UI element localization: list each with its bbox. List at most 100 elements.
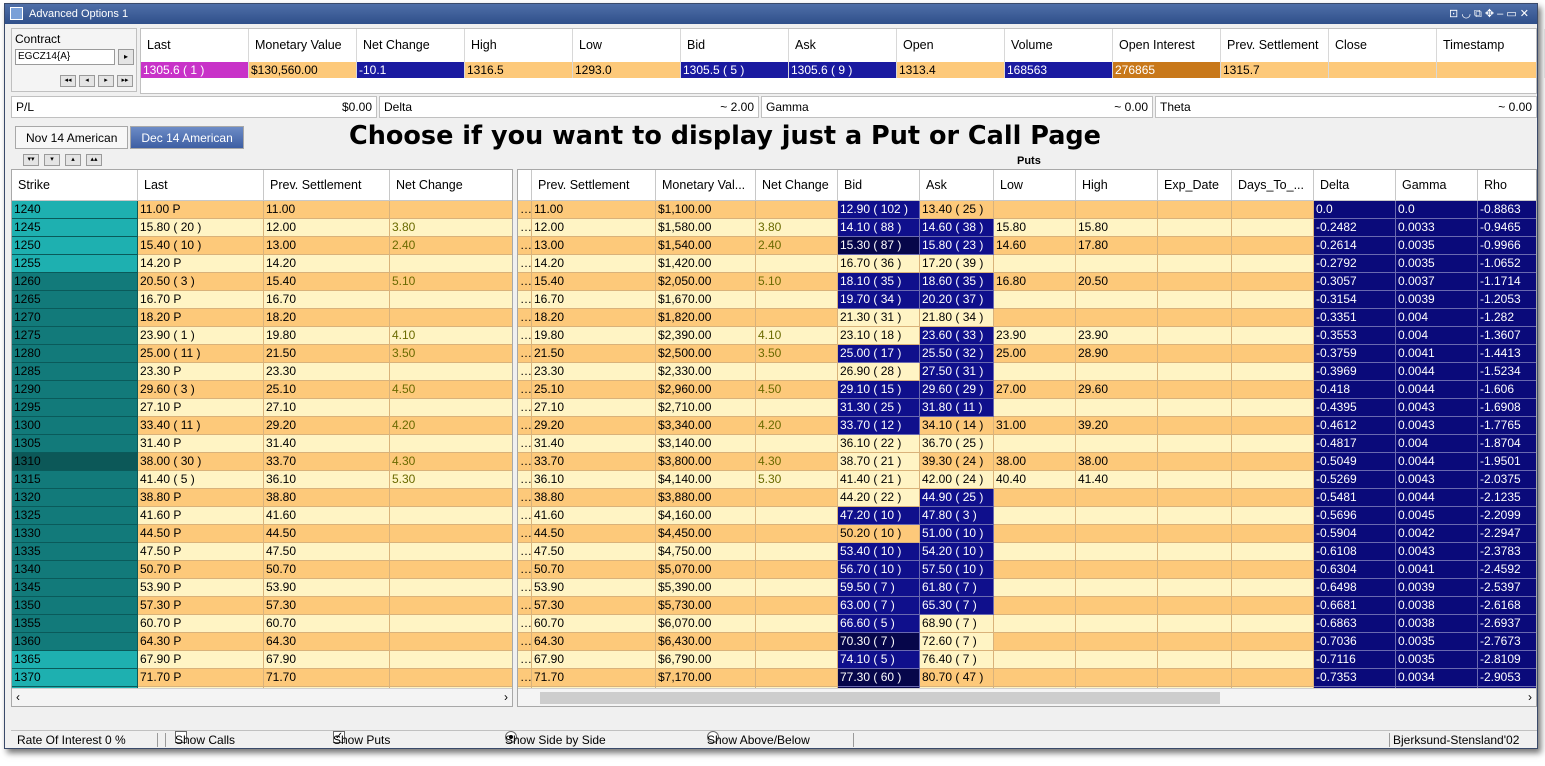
column-header[interactable]: Net Change <box>390 170 512 200</box>
table-row[interactable]: 1305 31.40 P 31.40 <box>12 435 512 453</box>
column-header[interactable]: Strike <box>12 170 138 200</box>
row-handle[interactable]: … <box>518 381 532 399</box>
column-header[interactable]: Days_To_... <box>1232 170 1314 200</box>
first-icon[interactable]: ◂◂ <box>60 75 76 87</box>
scroll-left-icon[interactable]: ‹ <box>16 690 20 704</box>
row-handle[interactable]: … <box>518 453 532 471</box>
row-handle[interactable]: … <box>518 543 532 561</box>
table-row[interactable]: 1320 38.80 P 38.80 <box>12 489 512 507</box>
window-controls[interactable]: ⊡ ◡ ⧉ ✥ – ▭ ✕ <box>1449 4 1529 24</box>
column-header[interactable]: Prev. Settlement <box>532 170 656 200</box>
move-down-icon[interactable]: ▾ <box>44 154 60 166</box>
column-header[interactable]: Last <box>138 170 264 200</box>
column-header[interactable]: Bid <box>838 170 920 200</box>
table-row[interactable]: 1330 44.50 P 44.50 <box>12 525 512 543</box>
table-row[interactable]: 1325 41.60 P 41.60 <box>12 507 512 525</box>
table-row[interactable]: 1345 53.90 P 53.90 <box>12 579 512 597</box>
row-handle[interactable]: … <box>518 327 532 345</box>
row-handle[interactable]: … <box>518 273 532 291</box>
table-row[interactable]: 1360 64.30 P 64.30 <box>12 633 512 651</box>
table-row[interactable]: … 31.40 $3,140.00 36.10 ( 22 ) 36.70 ( 25 ) -… <box>518 435 1536 453</box>
column-header[interactable]: High <box>1076 170 1158 200</box>
row-handle[interactable]: … <box>518 255 532 273</box>
table-row[interactable]: 1340 50.70 P 50.70 <box>12 561 512 579</box>
last-icon[interactable]: ▸▸ <box>117 75 133 87</box>
table-row[interactable]: … 23.30 $2,330.00 26.90 ( 28 ) 27.50 ( 31 ) -… <box>518 363 1536 381</box>
table-row[interactable]: 1245 15.80 ( 20 ) 12.00 3.80 <box>12 219 512 237</box>
row-handle[interactable]: … <box>518 219 532 237</box>
contract-dropdown-button[interactable]: ▸ <box>118 49 134 65</box>
table-row[interactable]: 1260 20.50 ( 3 ) 15.40 5.10 <box>12 273 512 291</box>
table-row[interactable]: 1285 23.30 P 23.30 <box>12 363 512 381</box>
table-row[interactable]: … 53.90 $5,390.00 59.50 ( 7 ) 61.80 ( 7 ) -0.… <box>518 579 1536 597</box>
row-handle[interactable]: … <box>518 435 532 453</box>
table-row[interactable]: 1255 14.20 P 14.20 <box>12 255 512 273</box>
table-row[interactable]: 1280 25.00 ( 11 ) 21.50 3.50 <box>12 345 512 363</box>
contract-input[interactable]: EGCZ14{A} <box>15 49 115 65</box>
scroll-right-icon[interactable]: › <box>504 690 508 704</box>
column-header[interactable]: Delta <box>1314 170 1396 200</box>
table-row[interactable]: … 29.20 $3,340.00 4.20 33.70 ( 12 ) 34.10 ( 1… <box>518 417 1536 435</box>
table-row[interactable]: … 16.70 $1,670.00 19.70 ( 34 ) 20.20 ( 37 ) -… <box>518 291 1536 309</box>
table-row[interactable]: 1300 33.40 ( 11 ) 29.20 4.20 <box>12 417 512 435</box>
row-handle[interactable]: … <box>518 489 532 507</box>
table-row[interactable]: 1275 23.90 ( 1 ) 19.80 4.10 <box>12 327 512 345</box>
row-handle[interactable]: … <box>518 291 532 309</box>
row-handle[interactable]: … <box>518 669 532 687</box>
column-header[interactable]: Exp_Date <box>1158 170 1232 200</box>
table-row[interactable]: … 33.70 $3,800.00 4.30 38.70 ( 21 ) 39.30 ( 2… <box>518 453 1536 471</box>
left-horizontal-scrollbar[interactable]: ‹ › <box>12 688 512 706</box>
row-handle[interactable]: … <box>518 201 532 219</box>
move-top-icon[interactable]: ▴▴ <box>86 154 102 166</box>
table-row[interactable]: … 57.30 $5,730.00 63.00 ( 7 ) 65.30 ( 7 ) -0.… <box>518 597 1536 615</box>
tab-nov-14[interactable]: Nov 14 American <box>15 126 129 149</box>
table-row[interactable]: … 25.10 $2,960.00 4.50 29.10 ( 15 ) 29.60 ( 2… <box>518 381 1536 399</box>
table-row[interactable]: 1240 11.00 P 11.00 <box>12 201 512 219</box>
table-row[interactable]: … 44.50 $4,450.00 50.20 ( 10 ) 51.00 ( 10 ) -… <box>518 525 1536 543</box>
column-header[interactable]: Gamma <box>1396 170 1478 200</box>
table-row[interactable]: 1290 29.60 ( 3 ) 25.10 4.50 <box>12 381 512 399</box>
table-row[interactable]: … 47.50 $4,750.00 53.40 ( 10 ) 54.20 ( 10 ) -… <box>518 543 1536 561</box>
table-row[interactable]: … 14.20 $1,420.00 16.70 ( 36 ) 17.20 ( 39 ) -… <box>518 255 1536 273</box>
table-row[interactable]: … 50.70 $5,070.00 56.70 ( 10 ) 57.50 ( 10 ) -… <box>518 561 1536 579</box>
right-horizontal-scrollbar[interactable]: › <box>518 688 1536 706</box>
prev-icon[interactable]: ◂ <box>79 75 95 87</box>
table-row[interactable]: 1355 60.70 P 60.70 <box>12 615 512 633</box>
table-row[interactable]: … 41.60 $4,160.00 47.20 ( 10 ) 47.80 ( 3 ) -0… <box>518 507 1536 525</box>
move-up-icon[interactable]: ▴ <box>65 154 81 166</box>
scroll-thumb[interactable] <box>540 692 1220 704</box>
row-handle[interactable]: … <box>518 417 532 435</box>
row-handle[interactable]: … <box>518 237 532 255</box>
title-bar[interactable]: Advanced Options 1 ⊡ ◡ ⧉ ✥ – ▭ ✕ <box>5 4 1537 24</box>
row-handle[interactable]: … <box>518 615 532 633</box>
table-row[interactable]: 1315 41.40 ( 5 ) 36.10 5.30 <box>12 471 512 489</box>
table-row[interactable]: … 19.80 $2,390.00 4.10 23.10 ( 18 ) 23.60 ( 3… <box>518 327 1536 345</box>
table-row[interactable]: 1265 16.70 P 16.70 <box>12 291 512 309</box>
table-row[interactable]: … 67.90 $6,790.00 74.10 ( 5 ) 76.40 ( 7 ) -0.… <box>518 651 1536 669</box>
table-row[interactable]: … 38.80 $3,880.00 44.20 ( 22 ) 44.90 ( 25 ) -… <box>518 489 1536 507</box>
row-handle[interactable]: … <box>518 561 532 579</box>
table-row[interactable]: 1295 27.10 P 27.10 <box>12 399 512 417</box>
table-row[interactable]: 1310 38.00 ( 30 ) 33.70 4.30 <box>12 453 512 471</box>
row-handle[interactable]: … <box>518 651 532 669</box>
table-row[interactable]: … 21.50 $2,500.00 3.50 25.00 ( 17 ) 25.50 ( 3… <box>518 345 1536 363</box>
table-row[interactable]: … 12.00 $1,580.00 3.80 14.10 ( 88 ) 14.60 ( 3… <box>518 219 1536 237</box>
table-row[interactable]: 1350 57.30 P 57.30 <box>12 597 512 615</box>
column-header[interactable]: Low <box>994 170 1076 200</box>
table-row[interactable]: … 13.00 $1,540.00 2.40 15.30 ( 87 ) 15.80 ( 2… <box>518 237 1536 255</box>
table-row[interactable]: 1250 15.40 ( 10 ) 13.00 2.40 <box>12 237 512 255</box>
row-handle[interactable]: … <box>518 309 532 327</box>
table-row[interactable]: 1365 67.90 P 67.90 <box>12 651 512 669</box>
row-handle[interactable]: … <box>518 633 532 651</box>
table-row[interactable]: 1270 18.20 P 18.20 <box>12 309 512 327</box>
row-handle[interactable]: … <box>518 471 532 489</box>
table-row[interactable]: … 18.20 $1,820.00 21.30 ( 31 ) 21.80 ( 34 ) -… <box>518 309 1536 327</box>
next-icon[interactable]: ▸ <box>98 75 114 87</box>
table-row[interactable]: … 64.30 $6,430.00 70.30 ( 7 ) 72.60 ( 7 ) -0.… <box>518 633 1536 651</box>
table-row[interactable]: … 11.00 $1,100.00 12.90 ( 102 ) 13.40 ( 25 )… <box>518 201 1536 219</box>
column-header[interactable]: Ask <box>920 170 994 200</box>
row-handle[interactable]: … <box>518 579 532 597</box>
table-row[interactable]: … 27.10 $2,710.00 31.30 ( 25 ) 31.80 ( 11 ) -… <box>518 399 1536 417</box>
table-row[interactable]: … 71.70 $7,170.00 77.30 ( 60 ) 80.70 ( 47 ) -… <box>518 669 1536 687</box>
table-row[interactable]: … 15.40 $2,050.00 5.10 18.10 ( 35 ) 18.60 ( 3… <box>518 273 1536 291</box>
